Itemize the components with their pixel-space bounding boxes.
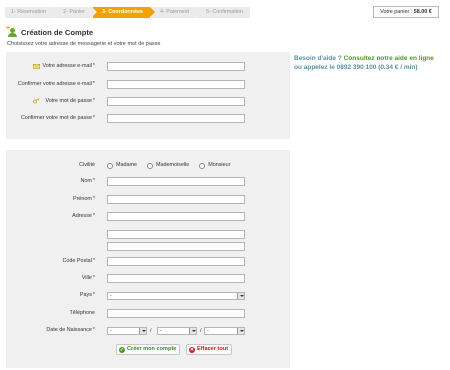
name-label: Nom* [80,178,96,184]
chevron-down-icon [237,328,244,334]
civility-label: Civilité [79,162,95,168]
create-account-button[interactable]: ✓ Créer mon compte [116,344,181,355]
password-label: Votre mot de passe* [45,98,95,104]
page-subtitle: Choisissez votre adresse de messagerie e… [7,41,161,47]
postal-input[interactable] [107,257,245,266]
page-header: + Création de Compte [6,25,94,38]
password-confirm-input[interactable] [107,114,245,123]
country-select[interactable]: - [107,292,245,300]
help-link[interactable]: Consultez notre aide en ligne [344,55,434,62]
step-confirmation: 5- Confirmation [197,7,250,18]
email-input[interactable] [107,62,245,71]
firstname-input[interactable] [107,195,245,204]
firstname-label: Prénom* [73,196,95,202]
help-question: Besoin d'aide ? [294,55,342,62]
key-icon [33,98,40,104]
cart-summary[interactable]: Votre panier : 58.00 € [373,6,439,18]
email-confirm-label: Confirmer votre adresse e-mail* [17,81,95,87]
step-paiement: 4- Paiement [150,7,202,18]
birth-day-select[interactable]: - [107,327,147,335]
radio-mademoiselle-label: Mademoiselle [155,162,190,168]
radio-madame[interactable] [107,162,113,169]
account-panel: Votre adresse e-mail* Confirmer votre ad… [6,52,290,139]
profile-panel: Civilité Madame Mademoiselle Monsieur No… [6,150,290,368]
name-input[interactable] [107,177,245,186]
step-reservation[interactable]: 1- Réservation [5,7,59,18]
cart-label: Votre panier : [380,9,413,15]
radio-monsieur-label: Monsieur [208,162,231,168]
user-add-icon: + [6,25,18,38]
birthdate-label: Date de Naissance* [46,327,95,333]
check-icon: ✓ [119,346,125,353]
address-line2-input[interactable] [107,230,245,239]
step-panier[interactable]: 2- Panier [54,7,97,18]
city-label: Ville* [81,275,95,281]
address-line3-input[interactable] [107,242,245,251]
page-title: Création de Compte [21,27,94,37]
phone-input[interactable] [107,309,245,318]
chevron-down-icon [189,328,196,334]
chevron-down-icon [237,293,244,299]
country-label: Pays* [79,292,95,298]
step-coordonnees: 3- Coordonnées [92,7,156,18]
cart-amount: 58.00 € [413,9,432,15]
address-label: Adresse* [72,213,95,219]
phone-label: Téléphone [69,310,95,316]
postal-label: Code Postal* [62,258,95,264]
birth-year-select[interactable]: - [204,327,245,335]
date-separator: / [200,328,202,334]
close-icon: ✕ [189,346,195,353]
birth-month-select[interactable]: - [157,327,197,335]
city-input[interactable] [107,274,245,283]
email-confirm-input[interactable] [107,80,245,89]
clear-all-button[interactable]: ✕ Effacer tout [186,344,233,355]
checkout-steps: 1- Réservation 2- Panier 3- Coordonnées … [5,7,251,18]
password-confirm-label: Confirmer votre mot de passe* [20,115,95,121]
email-icon [33,64,40,69]
email-label: Votre adresse e-mail* [42,63,95,69]
help-box: Besoin d'aide ? Consultez notre aide en … [294,54,446,72]
radio-mademoiselle[interactable] [146,162,153,169]
password-input[interactable] [107,97,245,106]
help-phone: ou appelez le 0892 390 100 (0.34 € / min… [294,64,418,71]
chevron-down-icon [139,328,146,334]
date-separator: / [150,328,152,334]
radio-monsieur[interactable] [199,162,206,169]
civility-options: Madame Mademoiselle Monsieur [107,161,240,170]
radio-madame-label: Madame [116,162,137,168]
address-line1-input[interactable] [107,212,245,221]
